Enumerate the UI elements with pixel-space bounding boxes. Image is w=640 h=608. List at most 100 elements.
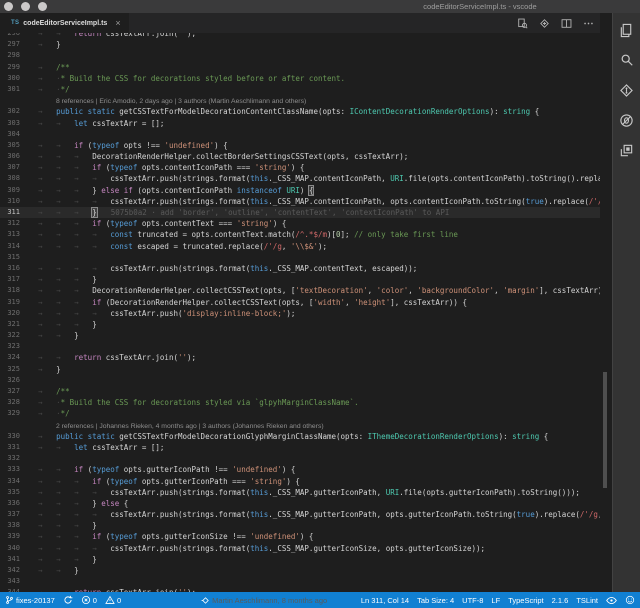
line-number[interactable]: 309 [0, 185, 30, 196]
line-number[interactable]: 323 [0, 341, 30, 352]
search-document-button[interactable] [517, 18, 528, 29]
code-line[interactable]: 323 [0, 341, 600, 352]
line-number[interactable]: 300 [0, 73, 30, 84]
line-number[interactable]: 298 [0, 50, 30, 61]
code-line[interactable]: 312→ → → if (typeof opts.contentText ===… [0, 218, 600, 229]
code-line[interactable]: 317→ → → } [0, 274, 600, 285]
status-item-fixes-20137[interactable]: fixes-20137 [5, 595, 55, 605]
code-line[interactable]: 342→ → } [0, 565, 600, 576]
code-line[interactable]: 337→ → → → cssTextArr.push(strings.forma… [0, 509, 600, 520]
code-line[interactable]: 325→ } [0, 364, 600, 375]
code-line[interactable]: 340→ → → → cssTextArr.push(strings.forma… [0, 543, 600, 554]
line-number[interactable]: 303 [0, 118, 30, 129]
code-line[interactable]: 299→ /** [0, 62, 600, 73]
line-number[interactable]: 319 [0, 297, 30, 308]
code-line[interactable]: 306→ → → DecorationRenderHelper.collectB… [0, 151, 600, 162]
code-line[interactable]: 310→ → → → cssTextArr.push(strings.forma… [0, 196, 600, 207]
line-number[interactable]: 336 [0, 498, 30, 509]
status-item-lf[interactable]: LF [491, 596, 500, 605]
line-number[interactable]: 332 [0, 453, 30, 464]
close-window-button[interactable] [4, 2, 13, 11]
line-number[interactable]: 330 [0, 431, 30, 442]
status-item-smiley-icon[interactable] [625, 595, 635, 605]
code-line[interactable]: 328→ ·* Build the CSS for decorations st… [0, 397, 600, 408]
line-number[interactable]: 339 [0, 531, 30, 542]
code-line[interactable]: 333→ → if (typeof opts.gutterIconPath !=… [0, 464, 600, 475]
line-number[interactable]: 341 [0, 554, 30, 565]
status-item-utf-8[interactable]: UTF-8 [462, 596, 483, 605]
status-item-tslint[interactable]: TSLint [576, 596, 598, 605]
code-line[interactable]: 327→ /** [0, 386, 600, 397]
activity-extensions[interactable] [613, 135, 640, 165]
code-line[interactable]: 343 [0, 576, 600, 587]
line-number[interactable]: 333 [0, 464, 30, 475]
line-number[interactable]: 310 [0, 196, 30, 207]
status-item-ln-311-col-14[interactable]: Ln 311, Col 14 [361, 596, 409, 605]
line-number[interactable] [0, 420, 30, 431]
line-number[interactable]: 314 [0, 241, 30, 252]
line-number[interactable]: 308 [0, 173, 30, 184]
tab-codeeditorserviceimpl[interactable]: TS codeEditorServiceImpl.ts × [0, 13, 129, 33]
code-line[interactable]: 332 [0, 453, 600, 464]
code-line[interactable]: 304 [0, 129, 600, 140]
code-line[interactable]: 329→ ·*/ [0, 408, 600, 419]
line-number[interactable]: 313 [0, 229, 30, 240]
code-editor[interactable]: 296→ → return cssTextArr.join('');297→ }… [0, 33, 600, 592]
code-line[interactable]: 336→ → → } else { [0, 498, 600, 509]
line-number[interactable]: 307 [0, 162, 30, 173]
code-line[interactable]: 339→ → → if (typeof opts.gutterIconSize … [0, 531, 600, 542]
line-number[interactable]: 312 [0, 218, 30, 229]
line-number[interactable]: 331 [0, 442, 30, 453]
code-lens-text[interactable]: 8 references | Eric Amodio, 2 days ago |… [38, 98, 306, 105]
activity-search[interactable] [613, 45, 640, 75]
gitlens-compare-button[interactable] [539, 18, 550, 29]
status-item-tab-size-4[interactable]: Tab Size: 4 [417, 596, 454, 605]
code-lens-text[interactable]: 2 references | Johannes Rieken, 4 months… [38, 423, 324, 430]
line-number[interactable]: 335 [0, 487, 30, 498]
line-number[interactable]: 304 [0, 129, 30, 140]
line-number[interactable]: 340 [0, 543, 30, 554]
code-lens-row[interactable]: 8 references | Eric Amodio, 2 days ago |… [0, 95, 600, 106]
line-number[interactable]: 318 [0, 285, 30, 296]
zoom-window-button[interactable] [38, 2, 47, 11]
activity-source-control[interactable] [613, 75, 640, 105]
code-line[interactable]: 341→ → → } [0, 554, 600, 565]
close-tab-icon[interactable]: × [115, 19, 120, 28]
line-number[interactable]: 299 [0, 62, 30, 73]
code-line[interactable]: 301→ ·*/ [0, 84, 600, 95]
line-number[interactable]: 302 [0, 106, 30, 117]
line-number[interactable]: 338 [0, 520, 30, 531]
line-number[interactable]: 328 [0, 397, 30, 408]
more-actions-button[interactable] [583, 18, 594, 29]
status-item-typescript[interactable]: TypeScript [508, 596, 543, 605]
status-item-0[interactable]: 0 [105, 595, 121, 605]
line-number[interactable] [0, 95, 30, 106]
code-line[interactable]: 322→ → } [0, 330, 600, 341]
code-line[interactable]: 334→ → → if (typeof opts.gutterIconPath … [0, 476, 600, 487]
code-line[interactable]: 316→ → → → cssTextArr.push(strings.forma… [0, 263, 600, 274]
line-number[interactable]: 324 [0, 352, 30, 363]
minimize-window-button[interactable] [21, 2, 30, 11]
line-number[interactable]: 321 [0, 319, 30, 330]
code-line[interactable]: 326 [0, 375, 600, 386]
line-number[interactable]: 343 [0, 576, 30, 587]
line-number[interactable]: 342 [0, 565, 30, 576]
line-number[interactable]: 297 [0, 39, 30, 50]
code-line[interactable]: 300→ ·* Build the CSS for decorations st… [0, 73, 600, 84]
status-item-sync-icon[interactable] [63, 595, 73, 605]
code-line[interactable]: 335→ → → → cssTextArr.push(strings.forma… [0, 487, 600, 498]
code-line[interactable]: 311→ → → }5075b0a2 · add 'border', 'outl… [0, 207, 600, 218]
code-line[interactable]: 318→ → → DecorationRenderHelper.collectC… [0, 285, 600, 296]
code-line[interactable]: 308→ → → → cssTextArr.push(strings.forma… [0, 173, 600, 184]
code-line[interactable]: 307→ → → if (typeof opts.contentIconPath… [0, 162, 600, 173]
code-line[interactable]: 313→ → → → const truncated = opts.conten… [0, 229, 600, 240]
code-line[interactable]: 338→ → → } [0, 520, 600, 531]
code-line[interactable]: 305→ → if (typeof opts !== 'undefined') … [0, 140, 600, 151]
activity-debug[interactable] [613, 105, 640, 135]
line-number[interactable]: 306 [0, 151, 30, 162]
code-line[interactable]: 309→ → → } else if (opts.contentIconPath… [0, 185, 600, 196]
line-number[interactable]: 317 [0, 274, 30, 285]
code-line[interactable]: 331→ → let cssTextArr = []; [0, 442, 600, 453]
line-number[interactable]: 329 [0, 408, 30, 419]
line-number[interactable]: 311 [0, 207, 30, 218]
